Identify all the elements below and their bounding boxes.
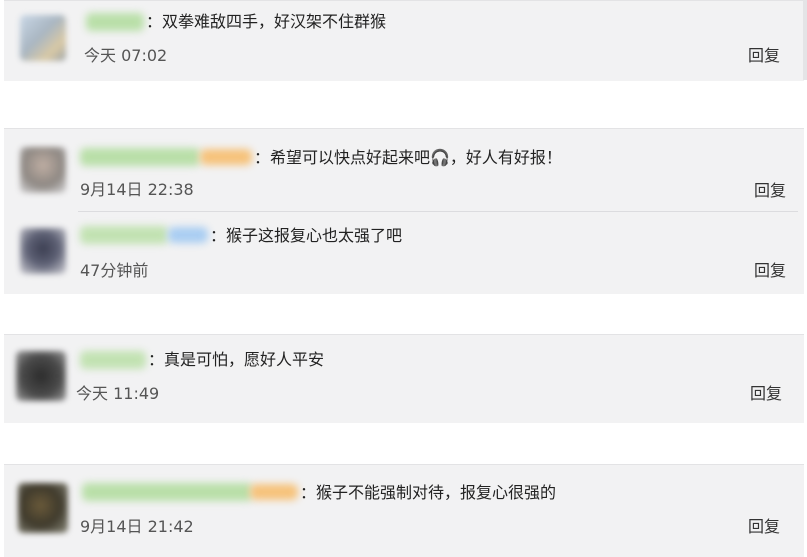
comment-card-3: ：真是可怕，愿好人平安 今天 11:49 回复 bbox=[4, 334, 804, 423]
user-badge bbox=[200, 149, 252, 165]
comment-item: ：猴子不能强制对待，报复心很强的 9月14日 21:42 回复 bbox=[4, 465, 804, 557]
avatar[interactable] bbox=[18, 483, 68, 533]
reply-button[interactable]: 回复 bbox=[754, 181, 786, 201]
comment-card-1: ：双拳难敌四手，好汉架不住群猴 今天 07:02 回复 bbox=[4, 0, 804, 81]
comment-timestamp: 9月14日 21:42 bbox=[80, 517, 194, 536]
avatar[interactable] bbox=[20, 228, 66, 274]
comment-text: ：希望可以快点好起来吧🎧，好人有好报！ bbox=[254, 148, 562, 167]
user-badge bbox=[250, 484, 298, 500]
reply-button[interactable]: 回复 bbox=[754, 261, 786, 281]
comment-text: ：猴子不能强制对待，报复心很强的 bbox=[300, 483, 557, 502]
comment-item: ：猴子这报复心也太强了吧 47分钟前 回复 bbox=[4, 212, 804, 294]
reply-button[interactable]: 回复 bbox=[748, 46, 780, 66]
comment-text: ：真是可怕，愿好人平安 bbox=[148, 350, 325, 369]
reply-button[interactable]: 回复 bbox=[748, 517, 780, 537]
comment-timestamp: 今天 11:49 bbox=[76, 384, 160, 403]
comment-card-4: ：猴子不能强制对待，报复心很强的 9月14日 21:42 回复 bbox=[4, 464, 804, 557]
avatar[interactable] bbox=[20, 15, 66, 61]
avatar[interactable] bbox=[16, 351, 66, 401]
username-blurred[interactable] bbox=[80, 351, 146, 369]
username-blurred[interactable] bbox=[82, 483, 252, 501]
username-blurred[interactable] bbox=[80, 226, 168, 244]
comment-item: ：真是可怕，愿好人平安 今天 11:49 回复 bbox=[4, 335, 804, 423]
comment-text: ：双拳难敌四手，好汉架不住群猴 bbox=[146, 12, 387, 31]
comment-timestamp: 今天 07:02 bbox=[84, 46, 168, 65]
username-blurred[interactable] bbox=[80, 148, 200, 166]
avatar[interactable] bbox=[20, 147, 66, 193]
username-blurred[interactable] bbox=[86, 13, 144, 31]
comment-timestamp: 47分钟前 bbox=[80, 261, 149, 280]
comment-item: ：双拳难敌四手，好汉架不住群猴 今天 07:02 回复 bbox=[4, 1, 804, 81]
comment-timestamp: 9月14日 22:38 bbox=[80, 180, 194, 199]
user-badge bbox=[168, 227, 208, 243]
comment-item: ：希望可以快点好起来吧🎧，好人有好报！ 9月14日 22:38 回复 bbox=[4, 129, 804, 211]
reply-button[interactable]: 回复 bbox=[750, 384, 782, 404]
comment-card-2: ：希望可以快点好起来吧🎧，好人有好报！ 9月14日 22:38 回复 ：猴子这报… bbox=[4, 128, 804, 294]
comment-text: ：猴子这报复心也太强了吧 bbox=[210, 226, 403, 245]
scrollbar-edge[interactable] bbox=[803, 0, 807, 80]
